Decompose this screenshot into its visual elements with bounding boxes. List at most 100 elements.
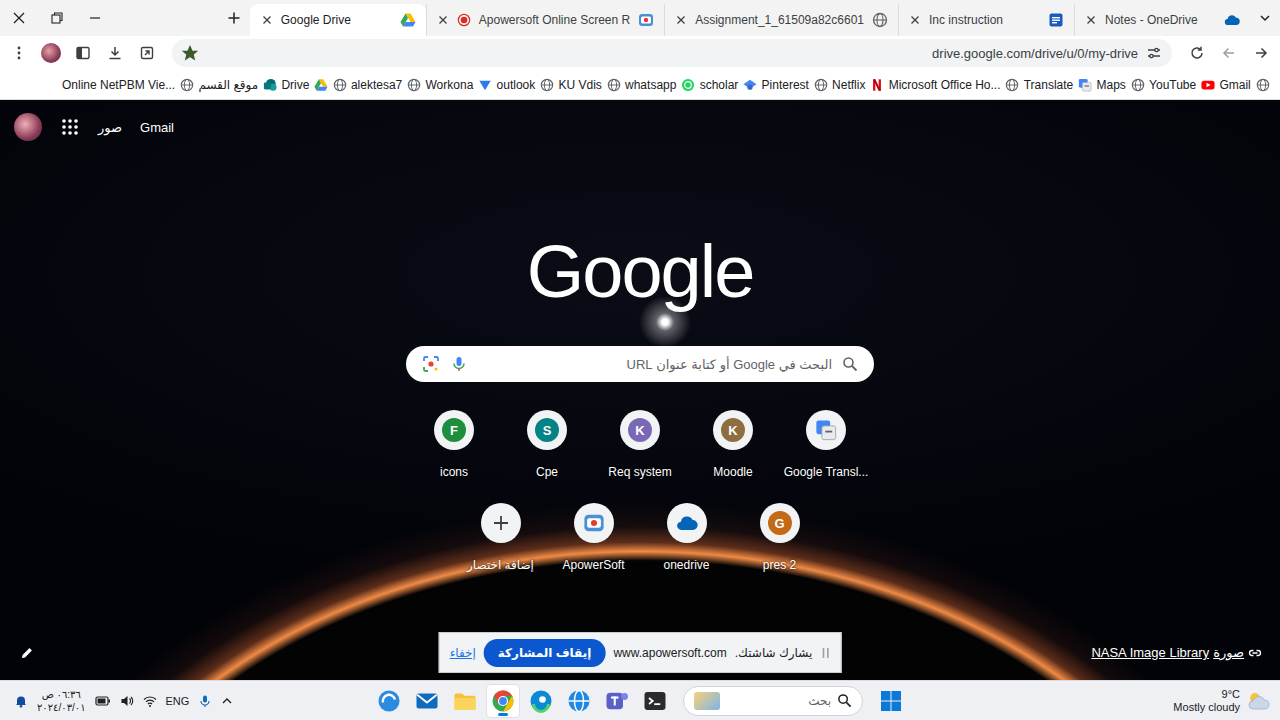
taskbar-app[interactable] — [373, 685, 405, 717]
taskbar-search[interactable]: بحث — [683, 686, 863, 716]
speaker-icon[interactable] — [120, 694, 134, 708]
clock[interactable]: ٠٦:٣٦ ص٢٠٢٤/٠٣/٠١ — [37, 688, 86, 714]
browser-tab[interactable]: Notes - OneDrive — [1074, 4, 1250, 36]
side-panel-button[interactable] — [68, 39, 98, 67]
background-credit[interactable]: NASA Image Libraryصورة — [1091, 645, 1262, 660]
bookmark-item[interactable]: KU Vdis — [558, 78, 620, 92]
taskbar-app[interactable] — [601, 685, 633, 717]
bookmark-item[interactable]: outlook — [497, 78, 555, 92]
bookmark-item[interactable]: Netflix — [832, 78, 884, 92]
bookmark-item[interactable]: Online NetPBM Vie... — [62, 78, 194, 92]
close-tab-icon[interactable] — [437, 14, 449, 26]
battery-icon[interactable] — [95, 694, 111, 708]
plus-icon — [227, 11, 241, 25]
reload-icon — [1189, 45, 1205, 61]
forward-button[interactable] — [1246, 39, 1276, 67]
bookmark-item[interactable]: whatsapp — [625, 78, 695, 92]
lens-icon[interactable] — [422, 355, 440, 373]
taskbar-app[interactable] — [563, 685, 595, 717]
downloads-button[interactable] — [100, 39, 130, 67]
bookmark-item[interactable]: Maps — [1097, 78, 1145, 92]
tab-search-button[interactable] — [1250, 4, 1280, 32]
hide-link[interactable]: إخفاء — [450, 646, 476, 660]
shortcut-tile[interactable]: Ficons — [408, 410, 501, 503]
browser-tab[interactable]: Assignment_1_61509a82c6601 — [664, 4, 898, 36]
bookmark-label: scholar — [700, 78, 739, 92]
restore-window-button[interactable] — [38, 0, 76, 36]
taskbar-app[interactable] — [525, 685, 557, 717]
chevron-up-icon[interactable] — [221, 695, 233, 707]
search-box[interactable]: البحث في Google أو كتابة عنوان URL — [406, 346, 874, 382]
bookmark-label: موقع القسم — [198, 78, 258, 92]
bookmark-item[interactable]: Pinterest — [762, 78, 828, 92]
globe-icon — [1256, 78, 1270, 92]
arrow-right-icon — [1253, 45, 1269, 61]
taskbar-app[interactable] — [449, 685, 481, 717]
taskbar-app[interactable] — [411, 685, 443, 717]
browser-tab[interactable]: Google Drive — [250, 4, 426, 36]
microphone-icon[interactable] — [198, 694, 212, 708]
reload-button[interactable] — [1182, 39, 1212, 67]
menu-button[interactable] — [4, 39, 34, 67]
wifi-icon[interactable] — [143, 694, 157, 708]
translate-icon — [815, 419, 837, 441]
bookmark-item[interactable]: Workona — [426, 78, 493, 92]
shortcut-tile[interactable]: SCpe — [501, 410, 594, 503]
shortcut-tile[interactable]: KMoodle — [687, 410, 780, 503]
close-tab-icon[interactable] — [675, 14, 687, 26]
chevron-down-icon — [1259, 12, 1271, 24]
taskbar-app[interactable] — [487, 685, 519, 717]
header-link[interactable]: Gmail — [140, 120, 174, 135]
bookmark-item[interactable]: YouTube — [1149, 78, 1215, 92]
weather-widget[interactable]: 9°CMostly cloudy — [1173, 688, 1280, 714]
back-button[interactable] — [1214, 39, 1244, 67]
shortcut-tile[interactable]: ApowerSoft — [547, 503, 640, 596]
close-tab-icon[interactable] — [909, 14, 921, 26]
customize-button[interactable] — [16, 642, 38, 664]
shortcut-tile[interactable]: KReq system — [594, 410, 687, 503]
close-tab-icon[interactable] — [261, 14, 273, 26]
extensions-button[interactable] — [132, 39, 162, 67]
bookmark-item[interactable]: alektesa7 — [351, 78, 421, 92]
shortcut-icon — [667, 503, 707, 543]
onedrive-icon — [676, 512, 698, 534]
shortcut-label: pres 2 — [763, 558, 796, 572]
weather-condition: Mostly cloudy — [1173, 701, 1240, 714]
credit-source: NASA Image Library — [1091, 645, 1209, 660]
new-tab-button[interactable] — [218, 4, 250, 32]
browser-tab[interactable]: Inc instruction — [898, 4, 1074, 36]
apps-grid-icon[interactable] — [60, 117, 80, 137]
drag-handle-icon[interactable] — [820, 646, 830, 660]
account-avatar-icon[interactable] — [14, 113, 42, 141]
bookmark-item[interactable]: Gmail — [1219, 78, 1269, 92]
bookmark-item[interactable]: موقع القسم — [198, 78, 277, 92]
bookmark-item[interactable] — [333, 78, 347, 92]
shortcut-tile[interactable]: إضافة اختصار — [454, 503, 547, 596]
drive-icon — [400, 12, 416, 28]
header-link[interactable]: صور — [98, 120, 122, 135]
site-settings-icon[interactable] — [1146, 45, 1162, 61]
browser-tab[interactable]: Apowersoft Online Screen R — [426, 4, 664, 36]
bookmark-item[interactable]: Microsoft Office Ho... — [889, 78, 1020, 92]
address-bar[interactable]: drive.google.com/drive/u/0/my-drive — [172, 39, 1172, 67]
bookmark-item[interactable]: Translate — [1024, 78, 1093, 92]
close-window-button[interactable] — [0, 0, 38, 36]
bookmark-item[interactable]: scholar — [700, 78, 758, 92]
minimize-window-button[interactable] — [76, 0, 114, 36]
input-language[interactable]: ENG — [166, 695, 190, 707]
microphone-icon[interactable] — [450, 355, 468, 373]
taskbar-app[interactable] — [639, 685, 671, 717]
swirl-icon — [377, 689, 401, 713]
profile-button[interactable] — [36, 39, 66, 67]
close-tab-icon[interactable] — [1085, 14, 1097, 26]
bookmark-item[interactable]: Drive — [281, 78, 328, 92]
bookmark-label: Pinterest — [762, 78, 809, 92]
shortcut-tile[interactable]: Gpres 2 — [733, 503, 826, 596]
shortcut-tile[interactable]: onedrive — [640, 503, 733, 596]
bookmark-label: whatsapp — [625, 78, 676, 92]
shortcut-tile[interactable]: Google Transl... — [780, 410, 873, 503]
bookmark-star-icon[interactable] — [182, 45, 198, 61]
notification-bell-icon[interactable] — [14, 694, 28, 708]
start-button[interactable] — [875, 685, 907, 717]
stop-sharing-button[interactable]: إيقاف المشاركة — [484, 639, 606, 667]
